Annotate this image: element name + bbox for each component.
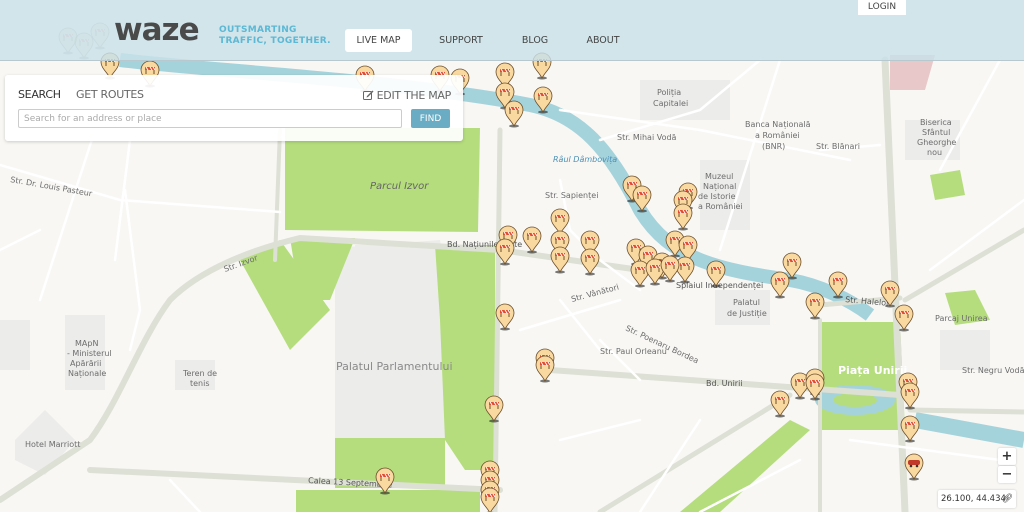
zoom-out-button[interactable]: − <box>998 466 1016 483</box>
coordinates-value: 26.100, 44.434 <box>941 494 1006 504</box>
building-label: Muzeul <box>705 172 733 181</box>
building-label: Palatul Parlamentului <box>336 360 453 373</box>
building-label: Gheorghe <box>917 138 956 147</box>
building-label: tenis <box>190 379 210 388</box>
building-label: nou <box>927 148 942 157</box>
waze-logo[interactable]: waze <box>114 12 200 48</box>
building-label: de Justiție <box>727 309 767 319</box>
nav-support[interactable]: SUPPORT <box>430 29 492 52</box>
building-label: Poliția <box>657 88 681 98</box>
site-header: waze OUTSMARTING TRAFFIC, TOGETHER. LIVE… <box>0 0 1024 61</box>
building-label: MApN <box>75 339 98 348</box>
building-label: Național <box>703 182 736 192</box>
search-input[interactable] <box>18 109 402 128</box>
building-label: Banca Națională <box>745 120 811 130</box>
edit-the-map-label: EDIT THE MAP <box>376 89 452 102</box>
building-label: a României <box>755 131 800 140</box>
find-button[interactable]: FIND <box>411 109 450 128</box>
nav-blog[interactable]: BLOG <box>512 29 558 52</box>
building-label: Sfântul <box>922 128 950 137</box>
building-label: Capitalei <box>653 99 688 108</box>
street-label: Str. Paul Orleanu <box>600 347 667 356</box>
street-label: Str. Blănari <box>816 142 860 151</box>
building-label: Apărării <box>70 359 101 368</box>
building-label: a României <box>698 202 743 211</box>
tagline-line1: OUTSMARTING <box>219 25 297 35</box>
street-label: Bd. Unirii <box>706 379 743 388</box>
link-icon[interactable]: 🔗︎ <box>1002 490 1013 508</box>
river-label: Râul Dâmbovița <box>553 155 617 164</box>
building-label: Hotel Marriott <box>25 440 80 449</box>
street-label: Str. Sapienței <box>545 191 598 201</box>
park-label: Piața Unirii <box>838 364 907 377</box>
coordinates-readout: 26.100, 44.434 🔗︎ <box>938 490 1016 508</box>
street-label: Str. Negru Vodă <box>962 366 1024 375</box>
search-panel: SEARCH GET ROUTES EDIT THE MAP FIND <box>5 75 463 141</box>
building-label: Biserica <box>920 118 952 127</box>
street-label: Str. Mihai Vodă <box>617 133 677 142</box>
tab-get-routes[interactable]: GET ROUTES <box>76 88 144 101</box>
login-button[interactable]: LOGIN <box>858 0 906 15</box>
building-label: (BNR) <box>762 142 785 151</box>
building-label: Parcaj Unirea <box>935 314 988 323</box>
park-label: Parcul Izvor <box>370 181 429 192</box>
building-label: de Istorie <box>698 192 736 201</box>
tab-search[interactable]: SEARCH <box>18 88 61 101</box>
building-label: Teren de <box>182 369 217 378</box>
edit-the-map-link[interactable]: EDIT THE MAP <box>362 89 452 102</box>
tagline-line2: TRAFFIC, TOGETHER. <box>219 36 331 46</box>
building-label: - Ministerul <box>67 349 112 358</box>
tagline: OUTSMARTING TRAFFIC, TOGETHER. <box>219 25 331 47</box>
building-label: Naționale <box>68 369 106 379</box>
pencil-square-icon <box>362 90 374 100</box>
nav-live-map[interactable]: LIVE MAP <box>345 29 412 52</box>
nav-about[interactable]: ABOUT <box>578 29 628 52</box>
building-label: Palatul <box>733 298 760 307</box>
zoom-in-button[interactable]: + <box>998 448 1016 465</box>
